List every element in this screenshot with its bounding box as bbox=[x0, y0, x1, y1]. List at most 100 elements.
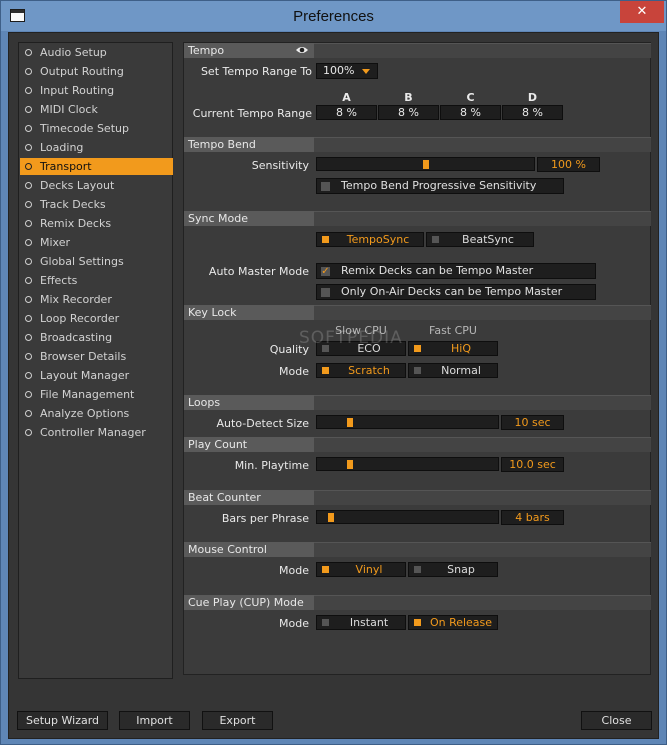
sidebar-item-remix-decks[interactable]: Remix Decks bbox=[20, 215, 173, 232]
temposync-button[interactable]: TempoSync bbox=[316, 232, 424, 247]
close-button[interactable]: Close bbox=[581, 711, 652, 730]
sidebar-item-effects[interactable]: Effects bbox=[20, 272, 173, 289]
indicator-icon bbox=[414, 345, 421, 352]
quality-hiq-button[interactable]: HiQ bbox=[408, 341, 498, 356]
sidebar-item-output-routing[interactable]: Output Routing bbox=[20, 63, 173, 80]
setup-wizard-button[interactable]: Setup Wizard bbox=[17, 711, 108, 730]
section-divider bbox=[314, 490, 651, 505]
button-label: Normal bbox=[441, 364, 481, 377]
deck-a-tempo-range: 8 % bbox=[316, 105, 377, 120]
slider-handle[interactable] bbox=[328, 513, 334, 522]
sidebar-item-file-management[interactable]: File Management bbox=[20, 386, 173, 403]
sidebar-item-label: Decks Layout bbox=[40, 179, 115, 192]
min-playtime-label: Min. Playtime bbox=[234, 459, 309, 472]
progressive-sensitivity-checkbox[interactable]: Tempo Bend Progressive Sensitivity bbox=[316, 178, 564, 194]
sidebar-item-label: Controller Manager bbox=[40, 426, 146, 439]
on-air-master-checkbox[interactable]: Only On-Air Decks can be Tempo Master bbox=[316, 284, 596, 300]
sidebar-item-timecode-setup[interactable]: Timecode Setup bbox=[20, 120, 173, 137]
import-button[interactable]: Import bbox=[119, 711, 190, 730]
checkmark-icon: ✓ bbox=[321, 266, 330, 277]
indicator-icon bbox=[322, 566, 329, 573]
bullet-icon bbox=[25, 125, 32, 132]
button-label: TempoSync bbox=[346, 233, 410, 246]
min-playtime-slider[interactable] bbox=[316, 457, 499, 471]
bullet-icon bbox=[25, 334, 32, 341]
deck-c-tempo-range: 8 % bbox=[440, 105, 501, 120]
bullet-icon bbox=[25, 391, 32, 398]
sidebar-item-track-decks[interactable]: Track Decks bbox=[20, 196, 173, 213]
slider-handle[interactable] bbox=[423, 160, 429, 169]
sidebar-item-controller-manager[interactable]: Controller Manager bbox=[20, 424, 173, 441]
sidebar-item-broadcasting[interactable]: Broadcasting bbox=[20, 329, 173, 346]
bullet-icon bbox=[25, 68, 32, 75]
bars-per-phrase-slider[interactable] bbox=[316, 510, 499, 524]
sidebar-item-decks-layout[interactable]: Decks Layout bbox=[20, 177, 173, 194]
beatsync-button[interactable]: BeatSync bbox=[426, 232, 534, 247]
sidebar-item-loading[interactable]: Loading bbox=[20, 139, 173, 156]
deck-b-tempo-range: 8 % bbox=[378, 105, 439, 120]
mode-scratch-button[interactable]: Scratch bbox=[316, 363, 406, 378]
button-label: Snap bbox=[447, 563, 475, 576]
export-button[interactable]: Export bbox=[202, 711, 273, 730]
bullet-icon bbox=[25, 163, 32, 170]
sidebar-item-label: Mix Recorder bbox=[40, 293, 112, 306]
window-title: Preferences bbox=[293, 8, 374, 25]
deck-d-label: D bbox=[527, 91, 538, 104]
cue-on-release-button[interactable]: On Release bbox=[408, 615, 498, 630]
mouse-snap-button[interactable]: Snap bbox=[408, 562, 498, 577]
remix-master-checkbox[interactable]: ✓ Remix Decks can be Tempo Master bbox=[316, 263, 596, 279]
sidebar-item-transport[interactable]: Transport bbox=[20, 158, 173, 175]
auto-detect-size-slider[interactable] bbox=[316, 415, 499, 429]
sidebar-item-mixer[interactable]: Mixer bbox=[20, 234, 173, 251]
button-label: On Release bbox=[429, 616, 493, 629]
eye-icon[interactable] bbox=[295, 45, 309, 55]
tempo-range-value: 100% bbox=[323, 64, 355, 77]
fast-cpu-label: Fast CPU bbox=[429, 324, 477, 337]
sidebar-item-label: Broadcasting bbox=[40, 331, 113, 344]
bullet-icon bbox=[25, 220, 32, 227]
sidebar-item-label: File Management bbox=[40, 388, 135, 401]
section-header-key-lock: Key Lock bbox=[184, 305, 314, 320]
checkbox-box bbox=[321, 288, 330, 297]
button-label: Scratch bbox=[348, 364, 390, 377]
auto-detect-size-label: Auto-Detect Size bbox=[216, 417, 309, 430]
sidebar-item-midi-clock[interactable]: MIDI Clock bbox=[20, 101, 173, 118]
slider-handle[interactable] bbox=[347, 460, 353, 469]
sensitivity-label: Sensitivity bbox=[251, 159, 309, 172]
window-close-button[interactable]: ✕ bbox=[620, 1, 664, 23]
sidebar-item-loop-recorder[interactable]: Loop Recorder bbox=[20, 310, 173, 327]
button-label: Vinyl bbox=[355, 563, 383, 576]
mode-normal-button[interactable]: Normal bbox=[408, 363, 498, 378]
sidebar-item-global-settings[interactable]: Global Settings bbox=[20, 253, 173, 270]
section-divider bbox=[314, 211, 651, 226]
sidebar-item-audio-setup[interactable]: Audio Setup bbox=[20, 44, 173, 61]
section-divider bbox=[314, 305, 651, 320]
section-divider bbox=[314, 395, 651, 410]
bullet-icon bbox=[25, 372, 32, 379]
checkbox-label: Only On-Air Decks can be Tempo Master bbox=[341, 285, 563, 298]
sidebar-item-label: Audio Setup bbox=[40, 46, 107, 59]
checkbox-box bbox=[321, 182, 330, 191]
current-tempo-range-label: Current Tempo Range bbox=[192, 107, 312, 120]
section-divider bbox=[314, 542, 651, 557]
bullet-icon bbox=[25, 201, 32, 208]
sidebar-item-analyze-options[interactable]: Analyze Options bbox=[20, 405, 173, 422]
cue-instant-button[interactable]: Instant bbox=[316, 615, 406, 630]
sidebar-item-mix-recorder[interactable]: Mix Recorder bbox=[20, 291, 173, 308]
sidebar-item-layout-manager[interactable]: Layout Manager bbox=[20, 367, 173, 384]
bars-per-phrase-value: 4 bars bbox=[501, 510, 564, 525]
sidebar-item-browser-details[interactable]: Browser Details bbox=[20, 348, 173, 365]
section-header-beat-counter: Beat Counter bbox=[184, 490, 314, 505]
slider-handle[interactable] bbox=[347, 418, 353, 427]
section-header-loops: Loops bbox=[184, 395, 314, 410]
sidebar-item-input-routing[interactable]: Input Routing bbox=[20, 82, 173, 99]
bullet-icon bbox=[25, 296, 32, 303]
sidebar-item-label: Transport bbox=[40, 160, 92, 173]
mouse-vinyl-button[interactable]: Vinyl bbox=[316, 562, 406, 577]
mouse-mode-label: Mode bbox=[279, 564, 309, 577]
checkbox-label: Tempo Bend Progressive Sensitivity bbox=[341, 179, 537, 192]
section-divider bbox=[314, 137, 651, 152]
section-divider bbox=[314, 595, 651, 610]
sensitivity-slider[interactable] bbox=[316, 157, 535, 171]
tempo-range-dropdown[interactable]: 100% bbox=[316, 63, 378, 79]
